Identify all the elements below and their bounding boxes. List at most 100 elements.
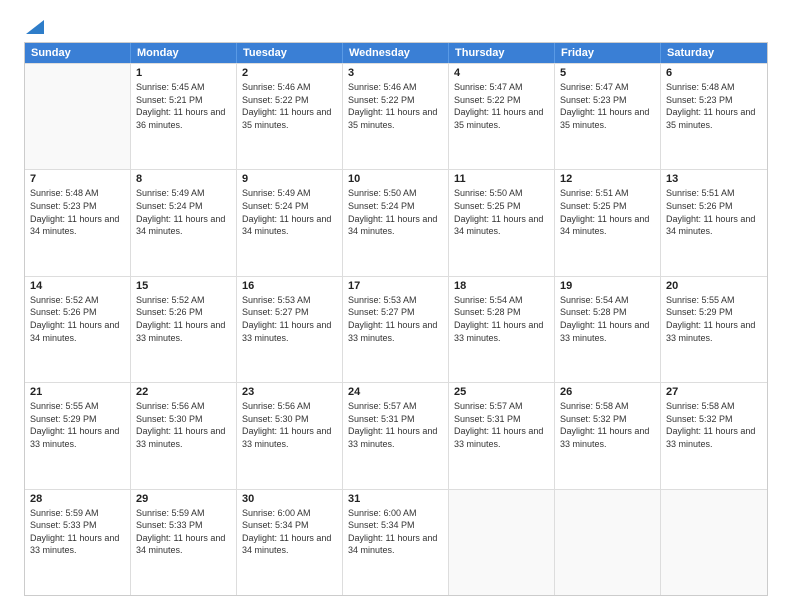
day-info: Sunrise: 5:46 AMSunset: 5:22 PMDaylight:… (242, 81, 337, 131)
cal-cell-5-5 (449, 490, 555, 595)
header-day-tuesday: Tuesday (237, 43, 343, 63)
header (24, 20, 768, 32)
cal-cell-4-4: 24Sunrise: 5:57 AMSunset: 5:31 PMDayligh… (343, 383, 449, 488)
day-number: 17 (348, 280, 443, 292)
day-info: Sunrise: 5:54 AMSunset: 5:28 PMDaylight:… (560, 294, 655, 344)
cal-cell-3-7: 20 Sunrise: 5:55 AMSunset: 5:29 PMDayligh… (661, 277, 767, 382)
day-number: 27 (666, 386, 762, 398)
day-number: 12 (560, 173, 655, 185)
day-number: 14 (30, 280, 125, 292)
day-number: 26 (560, 386, 655, 398)
day-number: 31 (348, 493, 443, 505)
day-info: Sunrise: 5:46 AMSunset: 5:22 PMDaylight:… (348, 81, 443, 131)
day-number: 21 (30, 386, 125, 398)
cal-cell-5-7 (661, 490, 767, 595)
cal-cell-3-2: 15 Sunrise: 5:52 AMSunset: 5:26 PMDayligh… (131, 277, 237, 382)
day-number: 13 (666, 173, 762, 185)
day-number: 2 (242, 67, 337, 79)
cal-cell-4-6: 26Sunrise: 5:58 AMSunset: 5:32 PMDayligh… (555, 383, 661, 488)
cal-cell-3-6: 19 Sunrise: 5:54 AMSunset: 5:28 PMDayligh… (555, 277, 661, 382)
calendar: SundayMondayTuesdayWednesdayThursdayFrid… (24, 42, 768, 596)
day-number: 20 (666, 280, 762, 292)
header-day-saturday: Saturday (661, 43, 767, 63)
cal-cell-2-5: 11Sunrise: 5:50 AMSunset: 5:25 PMDayligh… (449, 170, 555, 275)
day-info: Sunrise: 5:50 AMSunset: 5:24 PMDaylight:… (348, 187, 443, 237)
day-info: Sunrise: 5:55 AMSunset: 5:29 PMDaylight:… (30, 400, 125, 450)
day-number: 4 (454, 67, 549, 79)
day-info: Sunrise: 6:00 AMSunset: 5:34 PMDaylight:… (242, 507, 337, 557)
cal-cell-1-3: 2 Sunrise: 5:46 AMSunset: 5:22 PMDaylight… (237, 64, 343, 169)
cal-cell-1-2: 1Sunrise: 5:45 AMSunset: 5:21 PMDaylight… (131, 64, 237, 169)
day-info: Sunrise: 5:49 AMSunset: 5:24 PMDaylight:… (136, 187, 231, 237)
cal-cell-3-1: 14 Sunrise: 5:52 AMSunset: 5:26 PMDayligh… (25, 277, 131, 382)
week-row-4: 21 Sunrise: 5:55 AMSunset: 5:29 PMDayligh… (25, 382, 767, 488)
day-info: Sunrise: 5:47 AMSunset: 5:22 PMDaylight:… (454, 81, 549, 131)
day-number: 28 (30, 493, 125, 505)
day-number: 19 (560, 280, 655, 292)
cal-cell-1-6: 5 Sunrise: 5:47 AMSunset: 5:23 PMDaylight… (555, 64, 661, 169)
header-day-wednesday: Wednesday (343, 43, 449, 63)
cal-cell-1-1 (25, 64, 131, 169)
cal-cell-1-5: 4 Sunrise: 5:47 AMSunset: 5:22 PMDaylight… (449, 64, 555, 169)
cal-cell-5-4: 31 Sunrise: 6:00 AMSunset: 5:34 PMDayligh… (343, 490, 449, 595)
day-info: Sunrise: 5:47 AMSunset: 5:23 PMDaylight:… (560, 81, 655, 131)
logo (24, 20, 44, 32)
cal-cell-1-7: 6 Sunrise: 5:48 AMSunset: 5:23 PMDaylight… (661, 64, 767, 169)
day-info: Sunrise: 5:52 AMSunset: 5:26 PMDaylight:… (30, 294, 125, 344)
calendar-header: SundayMondayTuesdayWednesdayThursdayFrid… (25, 43, 767, 63)
day-info: Sunrise: 5:48 AMSunset: 5:23 PMDaylight:… (666, 81, 762, 131)
cal-cell-2-1: 7 Sunrise: 5:48 AMSunset: 5:23 PMDaylight… (25, 170, 131, 275)
day-number: 5 (560, 67, 655, 79)
cal-cell-4-1: 21 Sunrise: 5:55 AMSunset: 5:29 PMDayligh… (25, 383, 131, 488)
day-info: Sunrise: 5:55 AMSunset: 5:29 PMDaylight:… (666, 294, 762, 344)
header-day-sunday: Sunday (25, 43, 131, 63)
day-info: Sunrise: 5:56 AMSunset: 5:30 PMDaylight:… (242, 400, 337, 450)
day-number: 22 (136, 386, 231, 398)
cal-cell-2-3: 9 Sunrise: 5:49 AMSunset: 5:24 PMDaylight… (237, 170, 343, 275)
page: SundayMondayTuesdayWednesdayThursdayFrid… (0, 0, 792, 612)
cal-cell-5-6 (555, 490, 661, 595)
cal-cell-5-3: 30 Sunrise: 6:00 AMSunset: 5:34 PMDayligh… (237, 490, 343, 595)
day-info: Sunrise: 5:56 AMSunset: 5:30 PMDaylight:… (136, 400, 231, 450)
day-number: 7 (30, 173, 125, 185)
day-info: Sunrise: 5:52 AMSunset: 5:26 PMDaylight:… (136, 294, 231, 344)
day-number: 3 (348, 67, 443, 79)
day-info: Sunrise: 5:50 AMSunset: 5:25 PMDaylight:… (454, 187, 549, 237)
cal-cell-1-4: 3 Sunrise: 5:46 AMSunset: 5:22 PMDaylight… (343, 64, 449, 169)
day-number: 24 (348, 386, 443, 398)
day-info: Sunrise: 5:49 AMSunset: 5:24 PMDaylight:… (242, 187, 337, 237)
day-info: Sunrise: 5:53 AMSunset: 5:27 PMDaylight:… (348, 294, 443, 344)
cal-cell-2-6: 12Sunrise: 5:51 AMSunset: 5:25 PMDayligh… (555, 170, 661, 275)
day-number: 23 (242, 386, 337, 398)
day-info: Sunrise: 5:48 AMSunset: 5:23 PMDaylight:… (30, 187, 125, 237)
day-number: 15 (136, 280, 231, 292)
day-number: 10 (348, 173, 443, 185)
cal-cell-4-5: 25 Sunrise: 5:57 AMSunset: 5:31 PMDayligh… (449, 383, 555, 488)
day-number: 16 (242, 280, 337, 292)
day-info: Sunrise: 5:53 AMSunset: 5:27 PMDaylight:… (242, 294, 337, 344)
cal-cell-3-4: 17 Sunrise: 5:53 AMSunset: 5:27 PMDayligh… (343, 277, 449, 382)
logo-arrow-icon (26, 20, 44, 34)
cal-cell-4-3: 23 Sunrise: 5:56 AMSunset: 5:30 PMDayligh… (237, 383, 343, 488)
day-info: Sunrise: 5:57 AMSunset: 5:31 PMDaylight:… (454, 400, 549, 450)
header-day-friday: Friday (555, 43, 661, 63)
day-number: 6 (666, 67, 762, 79)
cal-cell-2-4: 10 Sunrise: 5:50 AMSunset: 5:24 PMDayligh… (343, 170, 449, 275)
header-day-monday: Monday (131, 43, 237, 63)
cal-cell-4-2: 22 Sunrise: 5:56 AMSunset: 5:30 PMDayligh… (131, 383, 237, 488)
cal-cell-2-7: 13Sunrise: 5:51 AMSunset: 5:26 PMDayligh… (661, 170, 767, 275)
cal-cell-5-2: 29Sunrise: 5:59 AMSunset: 5:33 PMDayligh… (131, 490, 237, 595)
day-number: 30 (242, 493, 337, 505)
day-number: 8 (136, 173, 231, 185)
cal-cell-2-2: 8 Sunrise: 5:49 AMSunset: 5:24 PMDaylight… (131, 170, 237, 275)
calendar-body: 1Sunrise: 5:45 AMSunset: 5:21 PMDaylight… (25, 63, 767, 595)
day-number: 9 (242, 173, 337, 185)
cal-cell-3-3: 16 Sunrise: 5:53 AMSunset: 5:27 PMDayligh… (237, 277, 343, 382)
day-number: 18 (454, 280, 549, 292)
day-info: Sunrise: 6:00 AMSunset: 5:34 PMDaylight:… (348, 507, 443, 557)
day-info: Sunrise: 5:59 AMSunset: 5:33 PMDaylight:… (30, 507, 125, 557)
day-number: 25 (454, 386, 549, 398)
week-row-5: 28 Sunrise: 5:59 AMSunset: 5:33 PMDayligh… (25, 489, 767, 595)
cal-cell-3-5: 18Sunrise: 5:54 AMSunset: 5:28 PMDayligh… (449, 277, 555, 382)
day-info: Sunrise: 5:58 AMSunset: 5:32 PMDaylight:… (666, 400, 762, 450)
